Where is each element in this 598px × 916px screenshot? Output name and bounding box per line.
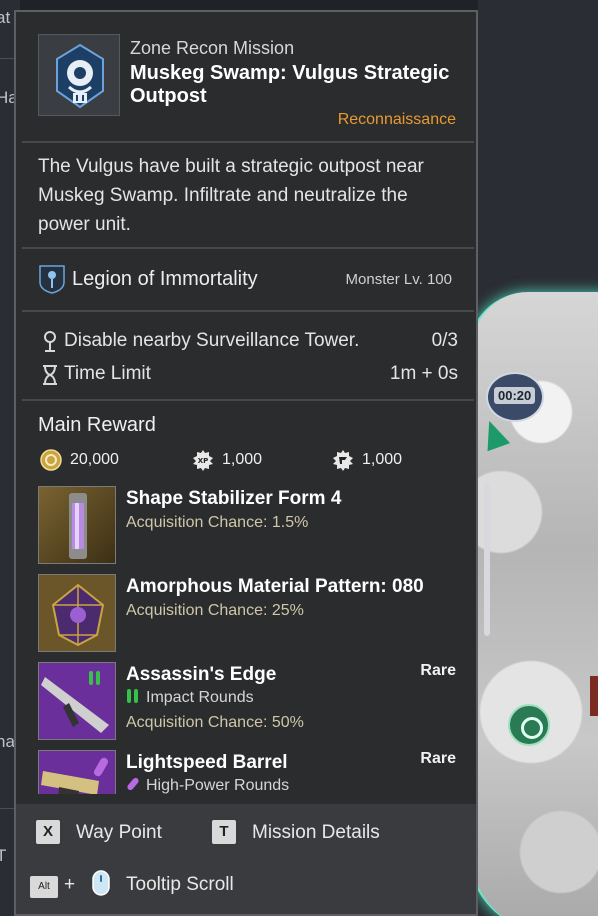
gold-value: 20,000 <box>70 451 119 468</box>
item-name: Shape Stabilizer Form 4 <box>126 488 342 509</box>
hourglass-icon <box>43 365 57 385</box>
time-limit-value: 1m + 0s <box>389 363 458 384</box>
svg-text:XP: XP <box>198 457 209 465</box>
mission-type: Zone Recon Mission <box>130 38 295 58</box>
reward-item[interactable]: Lightspeed Barrel Rare High-Power Rounds <box>16 748 476 794</box>
recon-mission-icon <box>38 34 120 116</box>
reward-item[interactable]: Shape Stabilizer Form 4 Acquisition Chan… <box>16 484 476 572</box>
xp-icon: XP <box>193 450 213 471</box>
tooltip-scrollbar[interactable] <box>484 482 490 636</box>
objective-label: Time Limit <box>64 363 151 384</box>
amorphous-material-icon <box>38 574 116 652</box>
alt-key: Alt <box>30 876 58 898</box>
map-timer-label: 00:20 <box>494 387 536 404</box>
ammo-label: High-Power Rounds <box>146 777 290 794</box>
reward-item-list[interactable]: Shape Stabilizer Form 4 Acquisition Chan… <box>16 482 476 794</box>
waypoint-label[interactable]: Way Point <box>76 822 162 844</box>
divider <box>22 399 474 401</box>
item-name: Assassin's Edge <box>126 664 277 685</box>
divider <box>22 141 474 143</box>
mission-details-key[interactable]: T <box>212 820 236 844</box>
reward-item[interactable]: Amorphous Material Pattern: 080 Acquisit… <box>16 572 476 660</box>
mastery-icon <box>333 450 353 471</box>
objective-row: Time Limit 1m + 0s <box>16 362 476 390</box>
tooltip-footer: X Way Point T Mission Details Alt + Tool… <box>16 804 476 914</box>
shape-stabilizer-icon <box>38 486 116 564</box>
mission-tooltip: Zone Recon Mission Muskeg Swamp: Vulgus … <box>14 10 478 916</box>
faction-emblem-icon <box>39 265 65 294</box>
tooltip-scroll-label: Tooltip Scroll <box>126 874 234 895</box>
tooltip-header: Zone Recon Mission Muskeg Swamp: Vulgus … <box>16 12 476 142</box>
reward-heading: Main Reward <box>38 414 156 436</box>
item-chance: Acquisition Chance: 25% <box>126 602 304 619</box>
gold-coin-icon <box>40 449 62 471</box>
item-ammo-type: High-Power Rounds <box>126 776 289 794</box>
key-combo-plus: + <box>64 874 76 895</box>
mouse-scroll-icon <box>92 870 110 896</box>
objective-label: Disable nearby Surveillance Tower. <box>64 330 360 351</box>
impact-rounds-icon <box>127 689 138 703</box>
mastery-value: 1,000 <box>362 451 403 468</box>
monster-level: Monster Lv. 100 <box>345 271 452 288</box>
divider <box>22 247 474 249</box>
surveillance-tower-icon <box>44 331 56 352</box>
item-name: Amorphous Material Pattern: 080 <box>126 576 424 597</box>
faction-row: Legion of Immortality Monster Lv. 100 <box>16 260 476 310</box>
mission-category: Reconnaissance <box>337 111 456 128</box>
item-rarity: Rare <box>420 750 456 767</box>
item-chance: Acquisition Chance: 1.5% <box>126 514 309 531</box>
item-rarity: Rare <box>420 662 456 679</box>
lightspeed-barrel-icon <box>38 750 116 794</box>
high-power-rounds-icon <box>127 777 139 791</box>
xp-value: 1,000 <box>222 451 263 468</box>
objective-progress: 0/3 <box>431 330 458 351</box>
divider <box>22 310 474 312</box>
item-name: Lightspeed Barrel <box>126 752 288 773</box>
item-chance: Acquisition Chance: 50% <box>126 714 304 731</box>
mission-title: Muskeg Swamp: Vulgus Strategic Outpost <box>130 62 450 107</box>
world-map[interactable]: 00:20 <box>478 0 598 916</box>
target-marker-icon[interactable] <box>508 704 550 746</box>
mission-description: The Vulgus have built a strategic outpos… <box>38 156 424 235</box>
item-ammo-type: Impact Rounds <box>126 688 254 707</box>
assassins-edge-icon <box>38 662 116 740</box>
mission-details-label[interactable]: Mission Details <box>252 822 380 844</box>
reward-item[interactable]: Assassin's Edge Rare Impact Rounds Acqui… <box>16 660 476 748</box>
ammo-label: Impact Rounds <box>146 689 254 706</box>
map-marker-fragment <box>590 676 598 716</box>
faction-name: Legion of Immortality <box>72 268 258 290</box>
waypoint-key[interactable]: X <box>36 820 60 844</box>
objective-row: Disable nearby Surveillance Tower. 0/3 <box>16 329 476 357</box>
